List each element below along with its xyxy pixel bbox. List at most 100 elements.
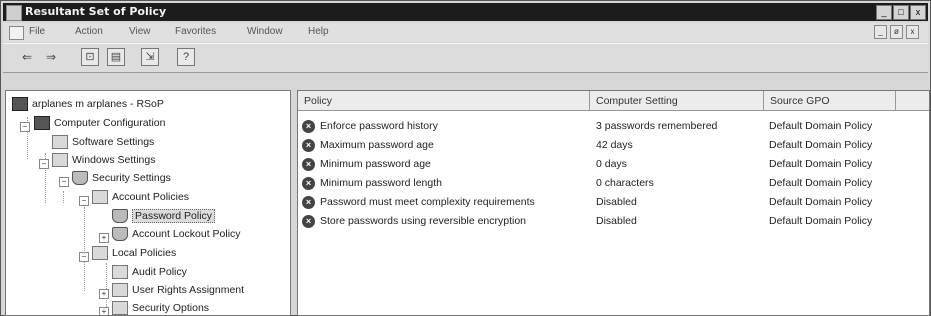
table-row[interactable]: × Password must meet complexity requirem… — [298, 193, 929, 212]
column-header-policy[interactable]: Policy — [298, 91, 590, 111]
policy-icon — [112, 209, 128, 224]
close-button[interactable]: x — [910, 5, 926, 20]
tree-item-software-settings[interactable]: Software Settings — [52, 133, 154, 151]
menu-view[interactable]: View — [129, 26, 151, 37]
tree-item-label: Computer Configuration — [54, 117, 166, 129]
menu-window[interactable]: Window — [247, 26, 283, 37]
security-icon — [72, 171, 88, 186]
policy-error-icon: × — [302, 139, 315, 152]
tree-item-label: Local Policies — [112, 247, 177, 259]
tree-item-security-options[interactable]: Security Options — [112, 299, 210, 315]
show-hide-tree-icon[interactable]: ▤ — [107, 48, 125, 66]
source-gpo: Default Domain Policy — [769, 215, 873, 227]
tree-item-account-policies[interactable]: Account Policies — [92, 188, 189, 206]
tree-item-label: User Rights Assignment — [132, 284, 245, 296]
tree-item-label: Software Settings — [72, 136, 155, 148]
console-tree: arplanes m arplanes - RSoP − Computer Co… — [5, 90, 291, 316]
child-close-button[interactable]: x — [906, 25, 919, 39]
tree-item-account-lockout-policy[interactable]: Account Lockout Policy — [112, 225, 241, 243]
tree-root[interactable]: arplanes m arplanes - RSoP — [12, 95, 164, 113]
policy-name: Maximum password age — [320, 139, 434, 151]
table-row[interactable]: × Maximum password age 42 days Default D… — [298, 136, 929, 155]
source-gpo: Default Domain Policy — [769, 196, 873, 208]
computer-setting: 0 days — [596, 158, 627, 170]
collapse-icon[interactable]: − — [79, 196, 89, 206]
collapse-icon[interactable]: − — [79, 252, 89, 262]
export-icon[interactable]: ⇲ — [141, 48, 159, 66]
collapse-icon[interactable]: − — [20, 122, 30, 132]
table-row[interactable]: × Minimum password age 0 days Default Do… — [298, 155, 929, 174]
policy-error-icon: × — [302, 120, 315, 133]
tree-item-label: Security Settings — [92, 172, 171, 184]
window-title: Resultant Set of Policy — [25, 5, 167, 18]
expand-icon[interactable]: + — [99, 307, 109, 315]
up-icon[interactable]: ⊡ — [81, 48, 99, 66]
computer-setting: Disabled — [596, 215, 637, 227]
source-gpo: Default Domain Policy — [769, 177, 873, 189]
expand-icon[interactable]: + — [99, 289, 109, 299]
tree-root-label: arplanes m arplanes - RSoP — [32, 98, 164, 110]
expand-icon[interactable]: + — [99, 233, 109, 243]
table-row[interactable]: × Minimum password length 0 characters D… — [298, 174, 929, 193]
menu-action[interactable]: Action — [75, 26, 103, 37]
tree-item-audit-policy[interactable]: Audit Policy — [112, 263, 187, 281]
tree-item-label: Account Lockout Policy — [132, 228, 241, 240]
child-minimize-button[interactable]: _ — [874, 25, 887, 39]
tree-item-security-settings[interactable]: Security Settings — [72, 169, 171, 187]
folder-icon — [52, 153, 68, 168]
computer-icon — [34, 116, 50, 131]
maximize-button[interactable]: □ — [893, 5, 909, 20]
policy-error-icon: × — [302, 158, 315, 171]
column-header-filler — [896, 91, 929, 111]
tree-item-password-policy[interactable]: Password Policy — [112, 207, 216, 225]
title-bar[interactable]: Resultant Set of Policy _ □ x — [3, 3, 928, 21]
column-header-computer-setting[interactable]: Computer Setting — [590, 91, 764, 111]
tree-item-local-policies[interactable]: Local Policies — [92, 244, 176, 262]
help-icon[interactable]: ? — [177, 48, 195, 66]
policy-name: Enforce password history — [320, 120, 438, 132]
tree-item-computer-configuration[interactable]: Computer Configuration — [34, 114, 165, 132]
forward-icon[interactable]: ⇒ — [43, 48, 59, 66]
computer-setting: Disabled — [596, 196, 637, 208]
table-row[interactable]: × Store passwords using reversible encry… — [298, 212, 929, 231]
console-icon[interactable] — [9, 26, 24, 40]
source-gpo: Default Domain Policy — [769, 120, 873, 132]
tree-item-label: Account Policies — [112, 191, 190, 203]
menu-help[interactable]: Help — [308, 26, 329, 37]
tree-item-user-rights-assignment[interactable]: User Rights Assignment — [112, 281, 244, 299]
collapse-icon[interactable]: − — [59, 177, 69, 187]
column-header-source-gpo[interactable]: Source GPO — [764, 91, 896, 111]
policy-name: Store passwords using reversible encrypt… — [320, 215, 527, 227]
menu-favorites[interactable]: Favorites — [175, 26, 216, 37]
policy-error-icon: × — [302, 215, 315, 228]
folder-icon — [92, 190, 108, 205]
collapse-icon[interactable]: − — [39, 159, 49, 169]
policy-name: Password must meet complexity requiremen… — [320, 196, 535, 208]
computer-setting: 3 passwords remembered — [596, 120, 718, 132]
rsop-root-icon — [12, 97, 28, 112]
child-restore-button[interactable]: ø — [890, 25, 903, 39]
tree-item-label: Audit Policy — [132, 266, 187, 278]
folder-icon — [112, 283, 128, 298]
tree-item-label: Security Options — [132, 302, 210, 314]
details-pane: Policy Computer Setting Source GPO × Enf… — [297, 90, 930, 316]
policy-name: Minimum password age — [320, 158, 431, 170]
minimize-button[interactable]: _ — [876, 5, 892, 20]
toolbar: ⇐ ⇒ ⊡ ▤ ⇲ ? — [3, 43, 928, 73]
folder-icon — [112, 301, 128, 315]
table-row[interactable]: × Enforce password history 3 passwords r… — [298, 117, 929, 136]
tree-item-windows-settings[interactable]: Windows Settings — [52, 151, 155, 169]
tree-item-label: Windows Settings — [72, 154, 156, 166]
source-gpo: Default Domain Policy — [769, 158, 873, 170]
computer-setting: 42 days — [596, 139, 633, 151]
policy-error-icon: × — [302, 177, 315, 190]
tree-item-label: Password Policy — [132, 209, 216, 223]
menu-bar: File Action View Favorites Window Help _… — [3, 23, 928, 42]
rsop-app-icon — [6, 5, 22, 21]
folder-icon — [92, 246, 108, 261]
policy-name: Minimum password length — [320, 177, 442, 189]
policy-error-icon: × — [302, 196, 315, 209]
back-icon[interactable]: ⇐ — [19, 48, 35, 66]
menu-file[interactable]: File — [29, 26, 45, 37]
folder-icon — [52, 135, 68, 150]
